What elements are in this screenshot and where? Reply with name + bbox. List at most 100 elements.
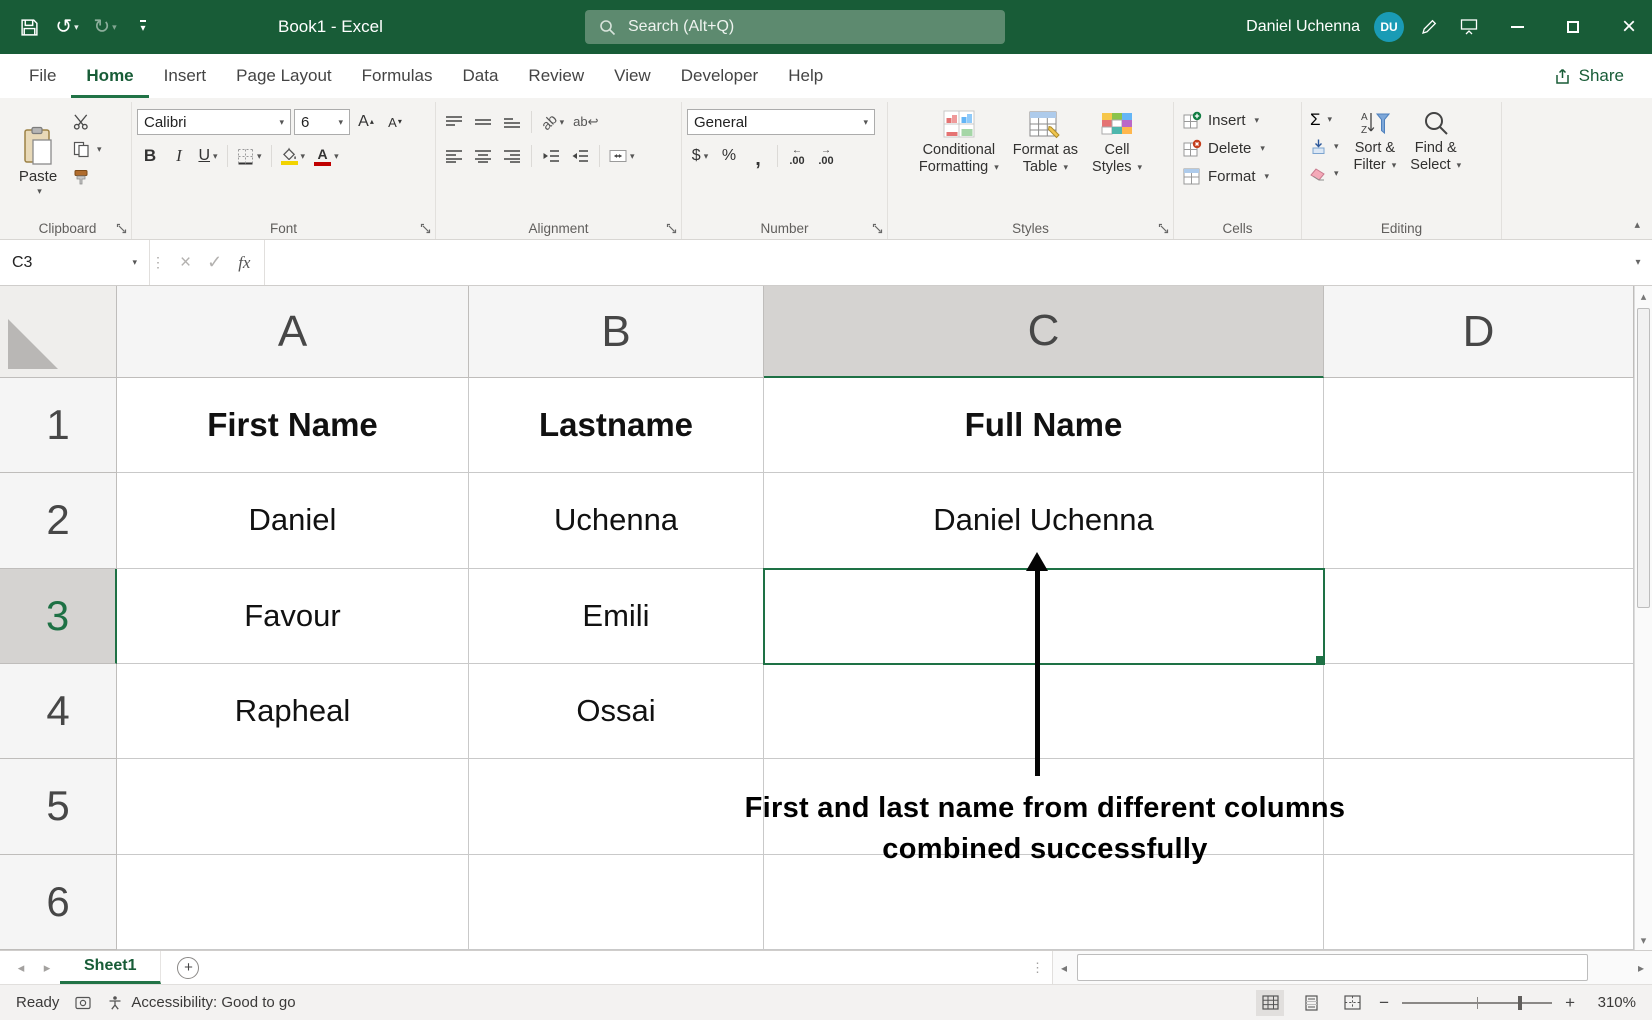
- format-cells-button[interactable]: Format ▾: [1179, 163, 1296, 190]
- share-button[interactable]: Share: [1554, 54, 1624, 98]
- tab-data[interactable]: Data: [448, 54, 514, 98]
- row-header-4[interactable]: 4: [0, 664, 117, 759]
- avatar[interactable]: DU: [1374, 12, 1404, 42]
- alignment-dialog-launcher[interactable]: [666, 223, 677, 234]
- merge-center-button[interactable]: ▾: [606, 143, 638, 169]
- increase-font-size-button[interactable]: A▴: [353, 109, 379, 135]
- tab-home[interactable]: Home: [71, 54, 148, 98]
- cut-button[interactable]: [70, 109, 105, 133]
- tab-bar-resize-handle[interactable]: ⋮: [1023, 960, 1052, 976]
- decrease-font-size-button[interactable]: A▾: [382, 109, 408, 135]
- row-header-6[interactable]: 6: [0, 855, 117, 950]
- column-header-B[interactable]: B: [469, 286, 764, 378]
- align-right-button[interactable]: [499, 143, 525, 169]
- autosum-button[interactable]: Σ▾: [1307, 107, 1342, 131]
- page-layout-view-button[interactable]: [1297, 990, 1325, 1016]
- cell-B2[interactable]: Uchenna: [469, 473, 764, 568]
- qat-customize-button[interactable]: ▾: [128, 10, 158, 44]
- cell-A1[interactable]: First Name: [117, 378, 469, 473]
- cell-D2[interactable]: [1324, 473, 1634, 568]
- select-all-corner[interactable]: [0, 286, 117, 378]
- hscroll-right-button[interactable]: ▸: [1630, 961, 1652, 975]
- italic-button[interactable]: I: [166, 143, 192, 169]
- borders-button[interactable]: ▾: [234, 143, 265, 169]
- decrease-indent-button[interactable]: [538, 143, 564, 169]
- add-sheet-button[interactable]: +: [177, 957, 199, 979]
- wrap-text-button[interactable]: ab↩: [570, 109, 601, 135]
- formula-bar-resize-handle[interactable]: ⋮: [150, 240, 166, 285]
- page-break-view-button[interactable]: [1338, 990, 1366, 1016]
- sort-filter-button[interactable]: AZ Sort & Filter▾: [1347, 105, 1404, 217]
- name-box[interactable]: C3 ▾: [0, 240, 150, 285]
- row-header-5[interactable]: 5: [0, 759, 117, 854]
- row-header-3[interactable]: 3: [0, 569, 117, 664]
- cell-D5[interactable]: [1324, 759, 1634, 854]
- zoom-in-button[interactable]: +: [1565, 993, 1575, 1013]
- column-header-D[interactable]: D: [1324, 286, 1634, 378]
- formula-bar-expand-button[interactable]: ▾: [1624, 240, 1652, 285]
- tab-file[interactable]: File: [14, 54, 71, 98]
- hscroll-left-button[interactable]: ◂: [1053, 961, 1075, 975]
- cell-styles-button[interactable]: Cell Styles▾: [1085, 105, 1149, 217]
- cell-C4[interactable]: [764, 664, 1324, 759]
- cell-A5[interactable]: [117, 759, 469, 854]
- vertical-scrollbar-track[interactable]: [1635, 306, 1652, 930]
- increase-decimal-button[interactable]: ←.00: [784, 143, 810, 169]
- insert-function-button[interactable]: fx: [238, 253, 250, 273]
- horizontal-scrollbar-thumb[interactable]: [1077, 954, 1588, 981]
- tab-formulas[interactable]: Formulas: [347, 54, 448, 98]
- accounting-format-button[interactable]: $▾: [687, 143, 713, 169]
- decrease-decimal-button[interactable]: →.00: [813, 143, 839, 169]
- horizontal-scrollbar-track[interactable]: [1075, 951, 1630, 984]
- search-box[interactable]: Search (Alt+Q): [585, 10, 1005, 44]
- clipboard-dialog-launcher[interactable]: [116, 223, 127, 234]
- ribbon-display-options-button[interactable]: [1454, 10, 1484, 44]
- cancel-button[interactable]: ×: [180, 252, 191, 274]
- zoom-out-button[interactable]: −: [1379, 993, 1389, 1013]
- macro-record-button[interactable]: [75, 995, 91, 1011]
- font-name-select[interactable]: Calibri ▾: [137, 109, 291, 135]
- cell-A4[interactable]: Rapheal: [117, 664, 469, 759]
- cell-B1[interactable]: Lastname: [469, 378, 764, 473]
- vertical-scrollbar-thumb[interactable]: [1637, 308, 1650, 608]
- sheet-nav-right-button[interactable]: ▸: [34, 960, 60, 976]
- align-bottom-button[interactable]: [499, 109, 525, 135]
- fill-button[interactable]: ▾: [1307, 134, 1342, 158]
- vertical-scrollbar[interactable]: ▴ ▾: [1634, 286, 1652, 950]
- clear-button[interactable]: ▾: [1307, 161, 1342, 185]
- scroll-up-button[interactable]: ▴: [1635, 286, 1652, 306]
- cell-D1[interactable]: [1324, 378, 1634, 473]
- orientation-button[interactable]: ab▾: [538, 109, 567, 135]
- cell-A2[interactable]: Daniel: [117, 473, 469, 568]
- tab-review[interactable]: Review: [513, 54, 599, 98]
- font-dialog-launcher[interactable]: [420, 223, 431, 234]
- row-header-1[interactable]: 1: [0, 378, 117, 473]
- comma-style-button[interactable]: ,: [745, 143, 771, 169]
- cell-A6[interactable]: [117, 855, 469, 950]
- zoom-percentage[interactable]: 310%: [1588, 994, 1636, 1011]
- save-button[interactable]: [14, 10, 44, 44]
- cell-D3[interactable]: [1324, 569, 1634, 664]
- increase-indent-button[interactable]: [567, 143, 593, 169]
- bold-button[interactable]: B: [137, 143, 163, 169]
- align-center-button[interactable]: [470, 143, 496, 169]
- horizontal-scrollbar[interactable]: ◂ ▸: [1052, 951, 1652, 984]
- cell-D4[interactable]: [1324, 664, 1634, 759]
- zoom-slider[interactable]: [1402, 994, 1552, 1012]
- tab-insert[interactable]: Insert: [149, 54, 222, 98]
- percent-style-button[interactable]: %: [716, 143, 742, 169]
- tab-developer[interactable]: Developer: [666, 54, 774, 98]
- redo-button[interactable]: ↻ ▾: [90, 10, 120, 44]
- tab-page-layout[interactable]: Page Layout: [221, 54, 346, 98]
- number-format-select[interactable]: General ▾: [687, 109, 875, 135]
- delete-cells-button[interactable]: Delete ▾: [1179, 135, 1296, 162]
- column-header-C[interactable]: C: [764, 286, 1324, 378]
- format-painter-button[interactable]: [70, 165, 105, 189]
- maximize-button[interactable]: [1550, 0, 1596, 54]
- sheet-tab-sheet1[interactable]: Sheet1: [60, 951, 161, 984]
- fill-color-button[interactable]: ▾: [278, 143, 309, 169]
- align-middle-button[interactable]: [470, 109, 496, 135]
- cell-C3-selected[interactable]: [764, 569, 1324, 664]
- scroll-down-button[interactable]: ▾: [1635, 930, 1652, 950]
- cell-C5[interactable]: [764, 759, 1324, 854]
